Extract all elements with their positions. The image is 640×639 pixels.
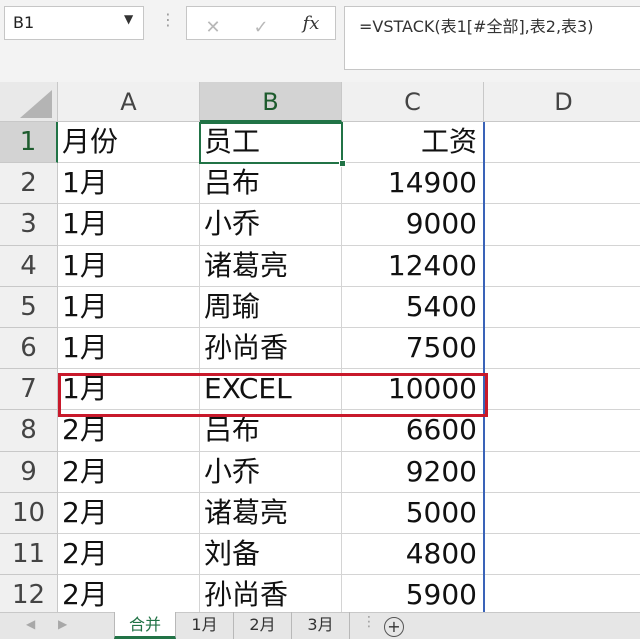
cell-c[interactable]: 14900 xyxy=(342,163,484,205)
cell-b[interactable]: 小乔 xyxy=(200,451,342,493)
cell-a[interactable]: 1月 xyxy=(58,245,200,287)
row-header[interactable]: 7 xyxy=(0,369,58,411)
cell-a[interactable]: 1月 xyxy=(58,163,200,205)
sheet-tab-merge[interactable]: 合并 xyxy=(114,612,176,639)
formula-input[interactable]: =VSTACK(表1[#全部],表2,表3) xyxy=(344,6,640,70)
row-header[interactable]: 10 xyxy=(0,492,58,534)
column-header-c[interactable]: C xyxy=(342,82,484,122)
cell-d[interactable] xyxy=(484,410,640,452)
cell-a[interactable]: 1月 xyxy=(58,204,200,246)
cell-d[interactable] xyxy=(484,452,640,493)
fill-handle[interactable] xyxy=(339,160,346,167)
cell-c[interactable]: 9000 xyxy=(342,204,484,246)
column-header-b[interactable]: B xyxy=(200,82,342,122)
cell-d[interactable] xyxy=(484,122,640,164)
row-header[interactable]: 6 xyxy=(0,328,58,370)
row-header[interactable]: 11 xyxy=(0,534,58,576)
cell-a[interactable]: 1月 xyxy=(58,286,200,328)
row-header[interactable]: 2 xyxy=(0,163,58,205)
cell-d[interactable] xyxy=(484,534,640,576)
cell-b[interactable]: 诸葛亮 xyxy=(200,245,342,287)
cell-c[interactable]: 7500 xyxy=(342,328,484,370)
cell-d[interactable] xyxy=(484,204,640,246)
cell-d[interactable] xyxy=(484,369,640,411)
column-header-d[interactable]: D xyxy=(484,82,640,122)
cell-d[interactable] xyxy=(484,493,640,534)
sheet-tab-feb[interactable]: 2月 xyxy=(234,612,292,639)
scroll-tabs-right-icon[interactable]: ▶ xyxy=(58,617,67,631)
cell-a[interactable]: 2月 xyxy=(58,534,200,576)
select-all-icon xyxy=(20,90,52,118)
cell-d[interactable] xyxy=(484,328,640,370)
insert-function-button[interactable]: fx xyxy=(299,15,323,33)
cell-c[interactable]: 工资 xyxy=(342,122,484,164)
formula-buttons: ✕ ✓ fx xyxy=(186,6,336,40)
chevron-down-icon[interactable]: ▼ xyxy=(124,12,133,26)
tab-split-handle-icon[interactable]: ⋮ xyxy=(362,614,376,630)
cell-b[interactable]: 刘备 xyxy=(200,534,342,576)
cell-d[interactable] xyxy=(484,287,640,328)
cell-a[interactable]: 月份 xyxy=(58,122,200,164)
cell-d[interactable] xyxy=(484,575,640,617)
cell-d[interactable] xyxy=(484,163,640,205)
cell-a[interactable]: 2月 xyxy=(58,575,200,617)
cell-a[interactable]: 2月 xyxy=(58,451,200,493)
cell-b[interactable]: 小乔 xyxy=(200,204,342,246)
cell-c[interactable]: 5000 xyxy=(342,492,484,534)
sheet-tab-mar[interactable]: 3月 xyxy=(292,612,350,639)
add-sheet-button[interactable]: + xyxy=(384,617,404,637)
cell-b[interactable]: 孙尚香 xyxy=(200,575,342,617)
cancel-icon[interactable]: ✕ xyxy=(201,19,225,37)
cell-c[interactable]: 12400 xyxy=(342,245,484,287)
cell-a[interactable]: 2月 xyxy=(58,492,200,534)
spill-range-border xyxy=(483,122,485,612)
cell-b[interactable]: 吕布 xyxy=(200,163,342,205)
cell-b[interactable]: 孙尚香 xyxy=(200,328,342,370)
cell-a[interactable]: 1月 xyxy=(58,328,200,370)
cell-c[interactable]: 4800 xyxy=(342,534,484,576)
name-box[interactable]: B1 xyxy=(4,6,144,40)
cell-d[interactable] xyxy=(484,246,640,287)
highlight-box xyxy=(58,373,488,417)
cell-b[interactable]: 诸葛亮 xyxy=(200,492,342,534)
cell-c[interactable]: 5900 xyxy=(342,575,484,617)
row-header[interactable]: 4 xyxy=(0,245,58,287)
cell-b[interactable]: 周瑜 xyxy=(200,286,342,328)
row-header[interactable]: 8 xyxy=(0,410,58,452)
sheet-tab-jan[interactable]: 1月 xyxy=(176,612,234,639)
enter-icon[interactable]: ✓ xyxy=(249,19,273,37)
cell-c[interactable]: 5400 xyxy=(342,286,484,328)
row-header[interactable]: 1 xyxy=(0,122,58,164)
row-header[interactable]: 5 xyxy=(0,286,58,328)
scroll-tabs-left-icon[interactable]: ◀ xyxy=(26,617,35,631)
cell-c[interactable]: 9200 xyxy=(342,451,484,493)
active-cell-outline xyxy=(199,122,343,164)
row-header[interactable]: 9 xyxy=(0,451,58,493)
row-header[interactable]: 3 xyxy=(0,204,58,246)
column-header-a[interactable]: A xyxy=(58,82,200,122)
drag-handle-icon[interactable]: ⋮ xyxy=(160,10,176,29)
row-header[interactable]: 12 xyxy=(0,575,58,617)
